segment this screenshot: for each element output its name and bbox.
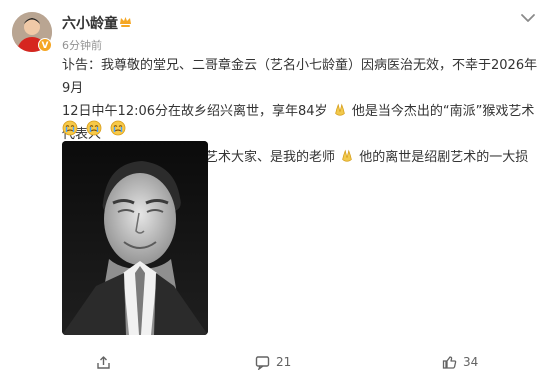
comment-button[interactable]: 21: [255, 352, 291, 372]
crown-icon: [120, 17, 131, 27]
cry-emoji: [86, 120, 102, 136]
thumbs-up-icon: [442, 355, 457, 369]
verified-badge-icon: V: [38, 38, 52, 52]
action-bar: 21 34: [0, 352, 550, 372]
author-name[interactable]: 六小龄童: [62, 13, 118, 33]
comment-icon: [255, 355, 270, 370]
cry-emoji: [110, 120, 126, 136]
cry-emoji: [62, 120, 78, 136]
pray-emoji: [342, 149, 352, 162]
post-line-2a: 12日中午12:06分在故乡绍兴离世，享年84岁: [62, 104, 328, 119]
share-button[interactable]: [96, 352, 117, 372]
pray-emoji: [334, 103, 345, 116]
like-count: 34: [463, 355, 479, 369]
chevron-down-icon[interactable]: [520, 12, 536, 24]
cry-emoji-row: [62, 120, 129, 136]
post-line-1: 讣告：我尊敬的堂兄、二哥章金云（艺名小七龄童）因病医治无效，不幸于2026年9月: [62, 58, 538, 96]
like-button[interactable]: 34: [442, 352, 478, 372]
portrait-photo[interactable]: [62, 141, 208, 335]
post-time[interactable]: 6分钟前: [62, 37, 102, 53]
share-icon: [97, 355, 110, 369]
comment-count: 21: [276, 355, 292, 369]
